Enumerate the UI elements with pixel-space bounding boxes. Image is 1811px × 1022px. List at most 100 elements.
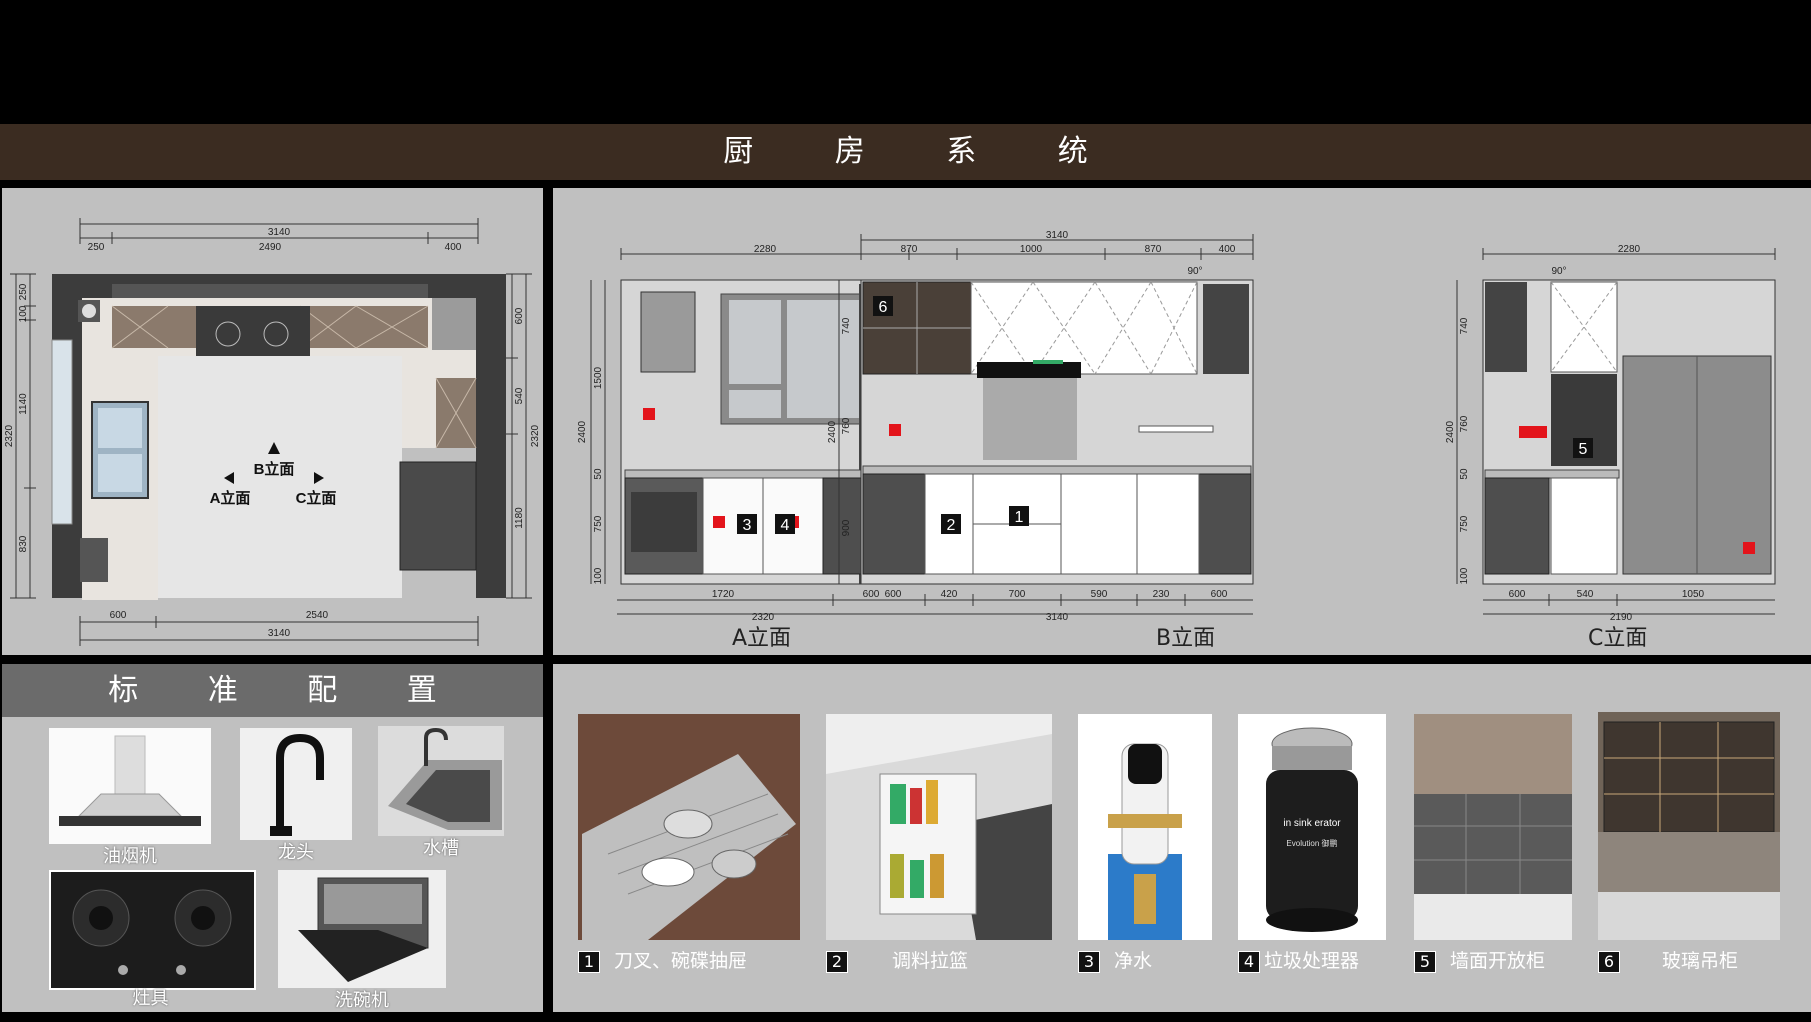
plan-dim-top-a: 250 [88, 242, 105, 253]
floor-plan-drawing: 3140 250 2490 400 600 2540 3140 250 100 … [4, 218, 541, 646]
elevations-drawing: 2280 1720 600 2320 1500 50 750 100 2400 … [577, 230, 1776, 623]
feature-num-3: 3 [1078, 951, 1100, 973]
feature-label-3: 3 净水 [1078, 946, 1152, 973]
elev-b-dim-bottom-b: 420 [941, 589, 958, 600]
elev-b-dim-left-b: 760 [841, 417, 852, 434]
disposer-model: Evolution 御鹏 [1286, 838, 1337, 848]
label-range-hood: 油烟机 [103, 846, 157, 867]
photo-faucet [240, 728, 352, 840]
elevation-b: 3140 870 1000 870 400 600 420 700 590 23… [827, 230, 1254, 623]
plan-dim-left-total: 2320 [4, 424, 15, 447]
photo-drawer [578, 714, 800, 940]
feature-num-2: 2 [826, 951, 848, 973]
plan-dim-right-c: 1180 [514, 507, 525, 529]
plan-dim-top-total: 3140 [268, 227, 291, 238]
elev-b-dim-left-a: 740 [841, 317, 852, 334]
disposer-brand: in sink erator [1283, 818, 1341, 829]
elev-b-marker-6: 6 [879, 299, 888, 316]
plan-window [51, 339, 73, 525]
feature-text-4: 垃圾处理器 [1264, 950, 1360, 972]
standard-config-title: 标 准 配 置 [108, 673, 467, 708]
photo-disposer: in sink erator Evolution 御鹏 [1238, 714, 1386, 940]
plan-hob [196, 306, 310, 360]
elev-b-dim-top-d: 400 [1219, 244, 1236, 255]
feature-label-4: 4 垃圾处理器 [1238, 946, 1359, 973]
elevation-c: 2280 600 540 1050 2190 740 760 50 750 10… [1445, 244, 1776, 623]
elev-b-dim-left-total: 2400 [827, 420, 838, 443]
label-sink: 水槽 [423, 838, 459, 859]
elev-a-dim-top: 2280 [754, 244, 777, 255]
feature-num-5: 5 [1414, 951, 1436, 973]
elev-b-dim-bottom-e: 230 [1153, 589, 1170, 600]
elev-b-dim-top-total: 3140 [1046, 230, 1069, 241]
elev-c-dim-left-d: 750 [1459, 515, 1470, 532]
elevation-b-title: B立面 [1156, 626, 1216, 651]
elevation-a: 2280 1720 600 2320 1500 50 750 100 2400 … [577, 244, 910, 623]
feature-num-6: 6 [1598, 951, 1620, 973]
elev-a-dim-bottom-b: 600 [863, 589, 880, 600]
photo-spice-basket [826, 714, 1052, 940]
elev-c-dim-left-total: 2400 [1445, 420, 1456, 443]
feature-num-4: 4 [1238, 951, 1260, 973]
photo-sink [378, 726, 504, 836]
elev-a-dim-left-d: 100 [593, 567, 604, 584]
elev-a-dim-left-total: 2400 [577, 420, 588, 443]
plan-dim-top-b: 2490 [259, 242, 282, 253]
plan-dim-bottom-total: 3140 [268, 628, 291, 639]
elev-b-dim-bottom-a: 600 [885, 589, 902, 600]
plan-floor [158, 378, 402, 598]
feature-label-2: 2 调料拉篮 [826, 946, 968, 973]
feature-num-1: 1 [578, 951, 600, 973]
feature-text-2: 调料拉篮 [892, 950, 969, 972]
elev-a-dim-left-c: 750 [593, 515, 604, 532]
elev-b-dim-bottom-c: 700 [1009, 589, 1026, 600]
plan-label-c: C立面 [296, 489, 337, 507]
elev-b-angle: 90° [1187, 266, 1202, 277]
plan-label-b: B立面 [254, 460, 295, 478]
label-faucet: 龙头 [278, 842, 314, 863]
elev-b-marker-1: 1 [1015, 509, 1024, 526]
elevation-c-title: C立面 [1588, 626, 1648, 651]
plan-dim-left-b: 100 [18, 305, 29, 322]
photo-open-wall-cabinet [1414, 714, 1572, 940]
elev-b-dim-top-b: 1000 [1020, 244, 1043, 255]
page-title: 厨 房 系 统 [723, 134, 1124, 169]
feature-text-5: 墙面开放柜 [1450, 950, 1546, 972]
elev-b-marker-2: 2 [947, 517, 956, 534]
elev-c-dim-left-e: 100 [1459, 567, 1470, 584]
feature-label-5: 5 墙面开放柜 [1414, 946, 1545, 973]
plan-dim-left-d: 830 [18, 535, 29, 552]
elev-c-dim-bottom-a: 600 [1509, 589, 1526, 600]
plan-tall-unit [399, 461, 477, 571]
photo-water-purifier [1078, 714, 1212, 940]
elevation-a-title: A立面 [732, 626, 792, 651]
elev-a-marker-3: 3 [743, 517, 752, 534]
photo-cooktop [49, 870, 256, 990]
elev-b-dim-bottom-f: 600 [1211, 589, 1228, 600]
label-cooktop: 灶具 [132, 988, 169, 1009]
plan-dim-bottom-a: 600 [110, 610, 127, 621]
elev-c-marker-5: 5 [1579, 441, 1588, 458]
plan-wall-right [476, 298, 506, 598]
elev-c-dim-top: 2280 [1618, 244, 1641, 255]
elev-b-dim-top-a: 870 [901, 244, 918, 255]
elev-c-angle: 90° [1551, 266, 1566, 277]
elev-a-dim-bottom-a: 1720 [712, 589, 735, 600]
elev-c-dim-bottom-c: 1050 [1682, 589, 1705, 600]
plan-fridge-top [432, 298, 476, 350]
plan-label-a: A立面 [210, 489, 251, 507]
elev-a-dim-left-b: 50 [593, 468, 604, 480]
elev-c-dim-left-c: 50 [1459, 468, 1470, 480]
feature-text-3: 净水 [1114, 950, 1153, 972]
plan-dim-left-a: 250 [18, 283, 29, 300]
feature-label-6: 6 玻璃吊柜 [1598, 946, 1738, 973]
elev-c-dim-left-a: 740 [1459, 317, 1470, 334]
feature-label-1: 1 刀叉、碗碟抽屉 [578, 946, 747, 973]
elev-b-dim-left-c: 900 [841, 519, 852, 536]
feature-text-6: 玻璃吊柜 [1662, 950, 1739, 972]
elev-b-dim-top-c: 870 [1145, 244, 1162, 255]
elev-a-dim-left-a: 1500 [593, 366, 604, 389]
photo-glass-wall-cabinet [1598, 712, 1780, 940]
elev-b-dim-bottom-d: 590 [1091, 589, 1108, 600]
elev-c-dim-left-b: 760 [1459, 415, 1470, 432]
